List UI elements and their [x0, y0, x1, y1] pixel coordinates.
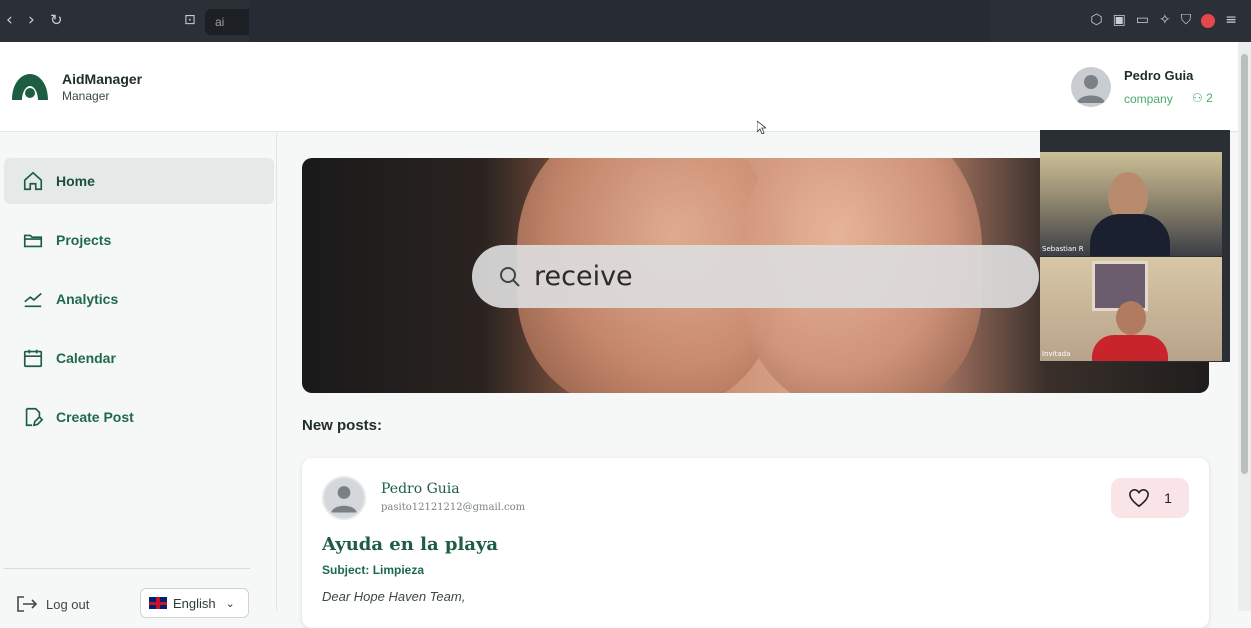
bookmark-icon[interactable]: ⊡	[184, 10, 196, 30]
member-count: ⚇ 2	[1192, 91, 1213, 105]
sidebar-item-analytics[interactable]: Analytics	[4, 276, 274, 322]
person-icon: ⚇	[1192, 91, 1203, 105]
heart-icon	[1129, 488, 1150, 508]
reload-icon[interactable]: ↻	[50, 10, 63, 30]
sidebar-item-label: Calendar	[56, 350, 116, 366]
calendar-icon	[23, 349, 43, 368]
sidebar-item-label: Home	[56, 173, 95, 189]
hero-search-text: receive	[534, 261, 633, 292]
post-subject: Subject: Limpieza	[322, 563, 424, 577]
like-count: 1	[1164, 490, 1172, 506]
address-text: ai	[215, 15, 225, 29]
aidmanager-logo-icon	[12, 74, 48, 100]
uk-flag-icon	[149, 597, 167, 609]
post-author[interactable]: Pedro Guia	[381, 481, 460, 497]
user-silhouette-icon	[1077, 75, 1105, 103]
search-icon	[500, 266, 520, 287]
participant-video: Invitada	[1040, 257, 1222, 361]
participant-figure	[1092, 335, 1168, 361]
video-call-panel: Sebastian R Invitada	[1040, 130, 1230, 362]
sidebar-item-calendar[interactable]: Calendar	[4, 335, 274, 381]
post-subject-value: Limpieza	[372, 563, 425, 577]
brand-role: Manager	[62, 89, 110, 103]
sidebar-item-label: Analytics	[56, 291, 119, 307]
browser-extensions: ⬡ ▣ ▭ ✧ ⛉ ≡	[1090, 12, 1237, 28]
chart-line-icon	[24, 292, 42, 308]
language-value: English	[173, 595, 216, 611]
post-body: Dear Hope Haven Team,	[322, 589, 466, 604]
edit-document-icon	[25, 407, 44, 427]
chevron-down-icon: ⌄	[225, 597, 235, 610]
logout-icon	[17, 596, 38, 612]
profile-icon[interactable]	[1201, 14, 1216, 28]
hero-search-bar[interactable]: receive	[472, 245, 1039, 308]
page-scrollbar[interactable]	[1238, 42, 1251, 611]
participant-name: Sebastian R	[1042, 245, 1084, 253]
reader-icon[interactable]: ▣	[1113, 12, 1126, 28]
scrollbar-thumb[interactable]	[1241, 54, 1248, 474]
sidebar-item-label: Create Post	[56, 409, 134, 425]
sidebar-divider	[4, 568, 250, 569]
logout-label: Log out	[46, 596, 90, 612]
participant-figure	[1090, 214, 1170, 256]
user-type: company	[1124, 92, 1173, 106]
post-card: Pedro Guia pasito12121212@gmail.com 1 Ay…	[302, 458, 1209, 628]
extension-icon[interactable]: ⬡	[1090, 12, 1102, 28]
brand-name: AidManager	[62, 71, 143, 87]
home-icon	[23, 171, 43, 191]
like-button[interactable]: 1	[1111, 478, 1189, 518]
shield-icon[interactable]: ⛉	[1181, 12, 1192, 28]
puzzle-icon[interactable]: ✧	[1159, 12, 1171, 28]
post-author-avatar[interactable]	[322, 476, 366, 520]
sidebar-item-label: Projects	[56, 232, 112, 248]
folder-icon	[23, 234, 43, 248]
user-silhouette-icon	[331, 486, 357, 513]
post-email: pasito12121212@gmail.com	[381, 502, 526, 513]
mouse-cursor-icon	[757, 121, 766, 134]
logout-button[interactable]: Log out	[16, 595, 89, 613]
new-posts-heading: New posts:	[302, 417, 383, 434]
sidebar: Home Projects Analytics Calendar Create …	[0, 133, 277, 618]
member-count-value: 2	[1206, 91, 1213, 105]
post-title[interactable]: Ayuda en la playa	[322, 534, 498, 555]
participant-figure	[1116, 301, 1146, 335]
user-avatar[interactable]	[1071, 67, 1111, 107]
forward-icon[interactable]: ›	[28, 10, 35, 30]
language-select[interactable]: English ⌄	[140, 588, 249, 618]
participant-name: Invitada	[1042, 350, 1071, 358]
tab-icon[interactable]: ▭	[1136, 12, 1149, 28]
menu-icon[interactable]: ≡	[1225, 12, 1237, 28]
sidebar-item-projects[interactable]: Projects	[4, 217, 274, 263]
sidebar-item-create-post[interactable]: Create Post	[4, 394, 274, 440]
back-icon[interactable]: ‹	[6, 10, 13, 30]
user-name: Pedro Guia	[1124, 68, 1194, 83]
app-header: AidManager Manager Pedro Guia company ⚇ …	[0, 42, 1238, 132]
participant-video: Sebastian R	[1040, 152, 1222, 256]
sidebar-item-home[interactable]: Home	[4, 158, 274, 204]
post-subject-label: Subject:	[322, 563, 370, 577]
